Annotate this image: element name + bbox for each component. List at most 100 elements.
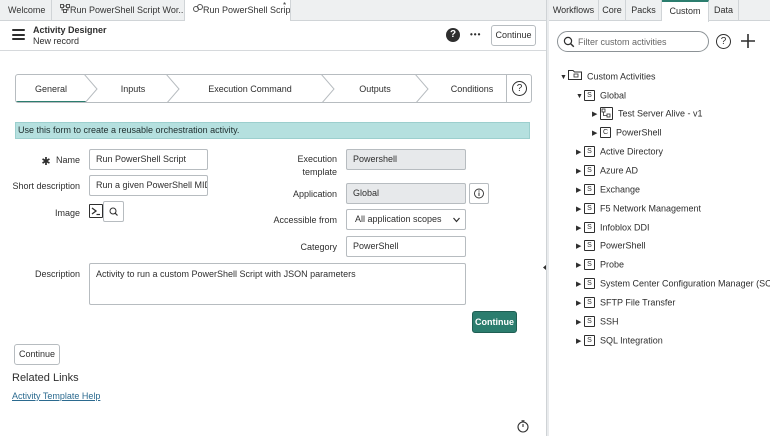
tab-packs[interactable]: Packs — [626, 0, 662, 21]
editor-tab-bar: Welcome Run PowerShell Script Wor... Run… — [0, 0, 546, 22]
tab-data[interactable]: Data — [709, 0, 739, 21]
name-label: Name — [55, 155, 80, 165]
tree-item[interactable]: ▼ Custom Activities — [560, 69, 656, 83]
tree-item-label: SFTP File Transfer — [600, 297, 676, 308]
page-subtitle: New record — [33, 36, 80, 46]
collapsed-caret-icon[interactable]: ▶ — [576, 184, 584, 198]
continue-button[interactable]: Continue — [14, 344, 60, 365]
expanded-caret-icon[interactable]: ▼ — [560, 71, 568, 85]
tab-activity[interactable]: Run PowerShell Script * — [185, 0, 291, 22]
tree-item-label: PowerShell — [600, 240, 646, 251]
accessible-from-select[interactable]: All application scopes — [346, 209, 466, 230]
short-description-label: Short description — [12, 181, 80, 191]
form-header: Activity Designer New record ? ••• Conti… — [0, 21, 546, 51]
scope-icon: S — [584, 297, 595, 309]
info-message: Use this form to create a reusable orche… — [15, 122, 530, 139]
add-icon[interactable] — [739, 31, 757, 51]
tree-item[interactable]: ▶ S SFTP File Transfer — [576, 295, 675, 309]
splitter-grip-icon[interactable] — [543, 262, 546, 270]
tree-item[interactable]: ▶ Test Server Alive - v1 — [592, 106, 703, 122]
tab-label: Run PowerShell Script Wor... — [70, 5, 185, 15]
scope-icon: S — [584, 278, 595, 290]
step-separator — [84, 75, 98, 102]
collapsed-caret-icon[interactable]: ▶ — [576, 316, 584, 330]
tree-item[interactable]: ▶ C PowerShell — [592, 125, 662, 139]
activity-template-help-link[interactable]: Activity Template Help — [12, 391, 100, 401]
collapsed-caret-icon[interactable]: ▶ — [576, 165, 584, 179]
scope-icon: S — [584, 240, 595, 252]
name-field[interactable]: Run PowerShell Script — [89, 149, 208, 170]
step-label: Outputs — [359, 84, 391, 94]
tree-item[interactable]: ▶ S SQL Integration — [576, 333, 663, 347]
expanded-caret-icon[interactable]: ▼ — [576, 90, 584, 104]
filter-custom-activities[interactable]: Filter custom activities — [557, 31, 709, 52]
application-field: Global — [346, 183, 466, 204]
steps-help-icon[interactable]: ? — [512, 81, 527, 96]
scope-icon: S — [584, 335, 595, 347]
image-search-button[interactable] — [103, 201, 124, 222]
tab-label: Welcome — [8, 5, 46, 15]
collapsed-caret-icon[interactable]: ▶ — [576, 146, 584, 160]
scope-icon: S — [584, 259, 595, 271]
application-info-button[interactable] — [469, 183, 489, 204]
scope-icon: S — [584, 165, 595, 177]
scope-icon: S — [584, 146, 595, 158]
collapsed-caret-icon[interactable]: ▶ — [576, 240, 584, 254]
tab-general[interactable]: General — [16, 75, 86, 102]
collapsed-caret-icon[interactable]: ▶ — [576, 335, 584, 349]
divider — [506, 75, 507, 102]
collapsed-caret-icon[interactable]: ▶ — [592, 127, 600, 141]
category-field[interactable]: PowerShell — [346, 236, 466, 257]
tab-workflows[interactable]: Workflows — [549, 0, 599, 21]
timer-icon[interactable] — [516, 419, 530, 433]
header-continue-button[interactable]: Continue — [491, 25, 536, 46]
tab-execution-command[interactable]: Execution Command — [179, 75, 321, 102]
scope-icon: S — [584, 90, 595, 102]
collapsed-caret-icon[interactable]: ▶ — [576, 222, 584, 236]
tree-item[interactable]: ▶ S Azure AD — [576, 163, 638, 177]
collapsed-caret-icon[interactable]: ▶ — [576, 259, 584, 273]
collapsed-caret-icon[interactable]: ▶ — [576, 203, 584, 217]
tree-item[interactable]: ▼ S Global — [576, 88, 626, 102]
tab-inputs[interactable]: Inputs — [98, 75, 168, 102]
tree-item[interactable]: ▶ S Exchange — [576, 182, 640, 196]
scope-icon: S — [584, 222, 595, 234]
tree-item[interactable]: ▶ S System Center Configuration Manager (S… — [576, 276, 770, 290]
collapsed-caret-icon[interactable]: ▶ — [592, 108, 600, 122]
tab-workflow[interactable]: Run PowerShell Script Wor... — [52, 0, 185, 21]
tree-item[interactable]: ▶ S PowerShell — [576, 238, 646, 252]
palette-help-icon[interactable]: ? — [716, 34, 731, 49]
tree-item[interactable]: ▶ S Active Directory — [576, 144, 663, 158]
tree-item-label: Custom Activities — [587, 71, 656, 82]
scope-icon: S — [584, 203, 595, 215]
pane-splitter[interactable] — [543, 0, 549, 436]
tree-item-label: Test Server Alive - v1 — [618, 108, 703, 119]
description-field[interactable]: Activity to run a custom PowerShell Scri… — [89, 263, 466, 305]
tab-label: Run PowerShell Script — [203, 5, 291, 15]
scope-icon: S — [584, 184, 595, 196]
tree-item[interactable]: ▶ S Infoblox DDI — [576, 220, 650, 234]
step-label: Execution Command — [208, 84, 292, 94]
tab-core[interactable]: Core — [599, 0, 626, 21]
short-description-field[interactable]: Run a given PowerShell MID S — [89, 175, 208, 196]
tab-welcome[interactable]: Welcome — [0, 0, 52, 21]
description-label: Description — [34, 269, 80, 279]
tab-custom[interactable]: Custom — [662, 0, 709, 22]
search-placeholder: Filter custom activities — [578, 37, 667, 47]
folder-icon — [568, 69, 582, 84]
help-icon[interactable]: ? — [446, 28, 460, 42]
tree-item[interactable]: ▶ S F5 Network Management — [576, 201, 701, 215]
tab-conditions[interactable]: Conditions — [428, 75, 516, 102]
step-label: Conditions — [450, 84, 494, 94]
more-options-icon[interactable]: ••• — [470, 30, 481, 39]
search-icon — [563, 36, 575, 48]
collapsed-caret-icon[interactable]: ▶ — [576, 297, 584, 311]
tree-item[interactable]: ▶ S SSH — [576, 314, 619, 328]
collapsed-caret-icon[interactable]: ▶ — [576, 278, 584, 292]
selected-value: All application scopes — [355, 214, 442, 224]
continue-primary-button[interactable]: Continue — [472, 311, 517, 333]
info-icon — [474, 188, 484, 199]
tab-outputs[interactable]: Outputs — [334, 75, 416, 102]
menu-icon[interactable] — [12, 29, 25, 40]
tree-item[interactable]: ▶ S Probe — [576, 257, 624, 271]
